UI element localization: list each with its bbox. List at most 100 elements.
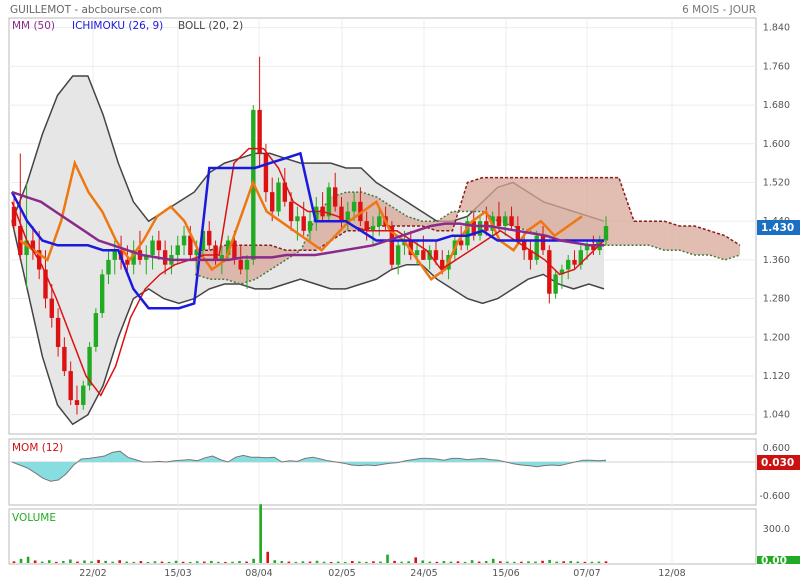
volume-bar: [104, 560, 107, 563]
volume-bar: [167, 561, 171, 563]
volume-bar: [252, 558, 255, 563]
volume-bar: [569, 561, 573, 563]
volume-bar: [520, 561, 523, 563]
mom-y-tick: 0.600: [763, 443, 790, 454]
price-y-tick: 1.840: [763, 23, 790, 34]
candle-body: [477, 221, 483, 236]
volume-bar: [217, 561, 220, 563]
legend-ichimoku: ICHIMOKU (26, 9): [72, 20, 163, 32]
x-tick-label: 24/05: [410, 568, 437, 579]
volume-bar: [407, 561, 410, 563]
volume-bar: [456, 561, 460, 563]
volume-bar: [47, 560, 51, 563]
volume-bar: [562, 561, 566, 563]
volume-bar: [484, 561, 488, 563]
candle-body: [263, 153, 269, 193]
candle-body: [332, 187, 338, 207]
volume-bar: [555, 561, 558, 563]
x-tick-label: 15/03: [164, 568, 191, 579]
candle-body: [326, 187, 332, 217]
volume-bar: [343, 562, 347, 563]
volume-bar: [400, 561, 403, 563]
volume-bar: [224, 562, 227, 563]
candle-body: [74, 400, 80, 405]
price-y-tick: 1.520: [763, 177, 790, 188]
legend-volume: VOLUME: [12, 512, 56, 524]
candle-body: [509, 216, 514, 226]
candle-body: [257, 109, 262, 154]
volume-bar: [350, 561, 354, 563]
volume-bar: [336, 561, 340, 563]
volume-bar: [287, 561, 291, 563]
price-y-tick: 1.120: [763, 371, 790, 382]
stock-chart: 1.8401.7601.6801.6001.5201.4401.3601.280…: [8, 4, 800, 579]
volume-bar: [259, 504, 262, 563]
volume-bar: [506, 561, 509, 563]
price-y-tick: 1.280: [763, 294, 790, 305]
candle-body: [112, 250, 117, 260]
volume-bar: [97, 559, 100, 563]
volume-bar: [33, 560, 37, 563]
volume-bar: [273, 560, 277, 563]
volume-bar: [26, 556, 30, 563]
candle-body: [150, 240, 155, 256]
volume-bar: [463, 561, 467, 563]
period-label: 6 MOIS - JOUR: [682, 4, 756, 16]
volume-bar: [414, 557, 418, 563]
volume-bar: [470, 560, 474, 563]
price-y-tick: 1.200: [763, 332, 790, 343]
price-y-tick: 1.040: [763, 410, 790, 421]
volume-bar: [153, 561, 157, 563]
volume-bar: [604, 561, 608, 563]
momentum-panel-frame: [8, 438, 757, 506]
volume-bar: [19, 558, 23, 563]
candle-body: [515, 226, 521, 241]
volume-bar: [329, 562, 333, 563]
candle-body: [295, 216, 300, 222]
candle-body: [540, 235, 546, 251]
x-tick-label: 12/08: [658, 568, 685, 579]
candle-body: [276, 182, 281, 212]
candle-body: [553, 274, 558, 294]
volume-bar: [498, 561, 502, 563]
volume-bar: [477, 561, 481, 563]
volume-bar: [301, 561, 305, 563]
candle-body: [106, 259, 111, 275]
volume-bar: [188, 562, 192, 563]
candle-body: [244, 259, 250, 270]
price-last-value: 1.430: [761, 222, 794, 234]
volume-bar: [160, 561, 164, 563]
volume-bar: [280, 561, 284, 563]
volume-bar: [513, 561, 516, 563]
volume-bar: [266, 551, 270, 563]
candle-body: [603, 226, 609, 241]
volume-bar: [76, 561, 79, 563]
volume-bar: [491, 558, 495, 563]
volume-bar: [435, 561, 439, 563]
candle-body: [414, 250, 420, 256]
volume-bar: [393, 560, 396, 563]
candle-body: [301, 216, 306, 231]
volume-bar: [294, 561, 298, 563]
volume-bar: [541, 560, 544, 563]
candle-body: [433, 250, 439, 260]
candle-body: [175, 245, 180, 256]
volume-bar: [146, 562, 150, 563]
volume-bar: [386, 554, 389, 563]
volume-bar: [210, 560, 213, 563]
volume-bar: [597, 561, 601, 563]
volume-bar: [449, 561, 453, 563]
volume-bar: [139, 561, 143, 563]
candle-body: [496, 216, 502, 226]
candle-body: [377, 216, 382, 226]
volume-bar: [421, 560, 425, 563]
volume-bar: [245, 561, 248, 563]
x-tick-label: 07/07: [573, 568, 600, 579]
candle-body: [213, 245, 218, 260]
candle-body: [351, 201, 357, 212]
candle-body: [572, 259, 577, 265]
volume-last-value: 0.00: [761, 555, 787, 567]
legend-boll: BOLL (20, 2): [178, 20, 243, 32]
candle-body: [288, 201, 294, 222]
candle-body: [207, 230, 212, 246]
